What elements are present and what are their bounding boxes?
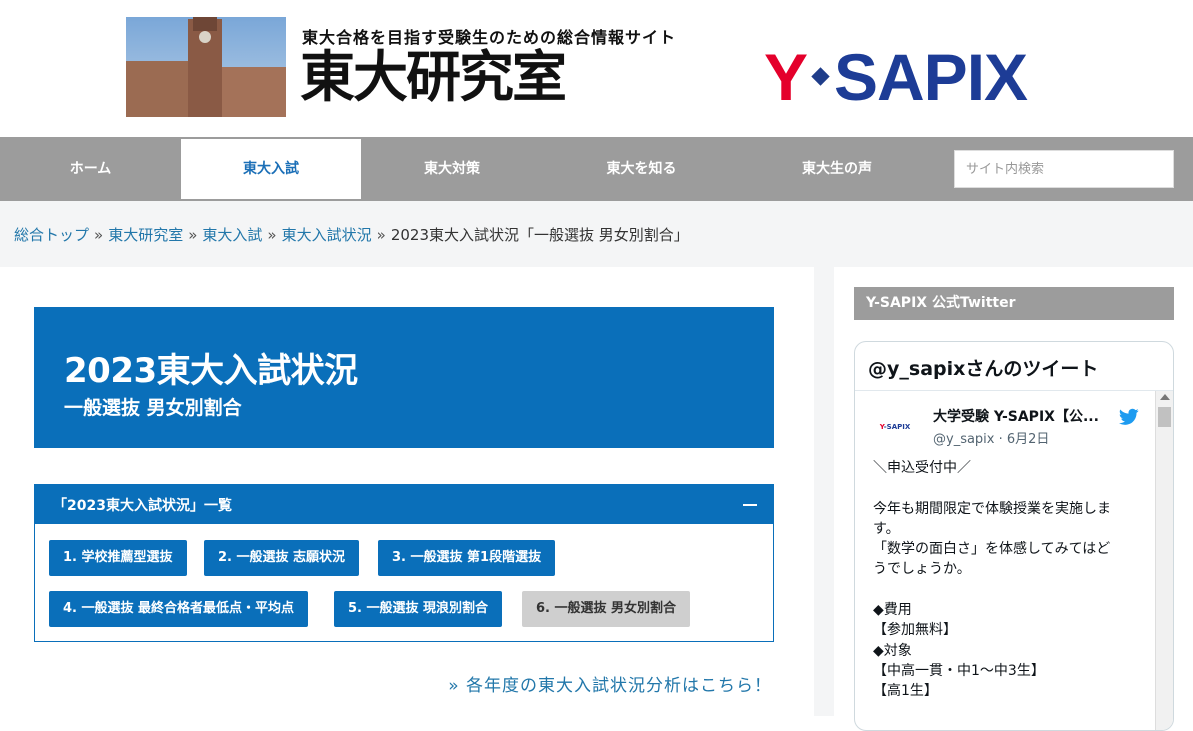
tweet-avatar[interactable]: Y-SAPIX (873, 412, 917, 442)
tweet-handle-date[interactable]: @y_sapix · 6月2日 (933, 428, 1049, 447)
breadcrumb-link-nyushi-jokyo[interactable]: 東大入試状況 (282, 226, 372, 244)
tweet-line: す。 (873, 519, 1153, 539)
sidebar: Y-SAPIX 公式Twitter @y_sapixさんのツイート Y-SAPI… (834, 267, 1193, 716)
past-years-analysis-link[interactable]: » 各年度の東大入試状況分析はこちら！ (448, 671, 772, 696)
series-list: 「2023東大入試状況」一覧 1. 学校推薦型選抜 2. 一般選抜 志願状況 3… (34, 484, 774, 642)
sidebar-heading: Y-SAPIX 公式Twitter (854, 287, 1174, 320)
tweet-line (873, 580, 1153, 600)
logo-sapix: SAPIX (834, 44, 1027, 110)
series-list-header: 「2023東大入試状況」一覧 (35, 485, 773, 524)
site-title[interactable]: 東大研究室 (300, 44, 565, 110)
avatar-sapix: -SAPIX (884, 423, 911, 431)
tweet-line: 【参加無料】 (873, 620, 1153, 640)
logo-diamond-icon (811, 67, 829, 85)
timeline-title[interactable]: @y_sapixさんのツイート (868, 354, 1098, 381)
series-link-4[interactable]: 4. 一般選抜 最終合格者最低点・平均点 (49, 591, 308, 627)
tweet-line: 【中高一貫・中1～中3生】 (873, 661, 1153, 681)
timeline-header: @y_sapixさんのツイート (855, 342, 1173, 391)
breadcrumb: 総合トップ » 東大研究室 » 東大入試 » 東大入試状況 » 2023東大入試状況「一般選抜 … (14, 224, 689, 245)
breadcrumb-link-nyushi[interactable]: 東大入試 (202, 226, 262, 244)
nav-item-todaisei-no-koe[interactable]: 東大生の声 (740, 137, 934, 201)
page-subtitle: 一般選抜 男女別割合 (64, 393, 242, 420)
tweet-line: 【高1生】 (873, 681, 1153, 701)
tweet-line: ◆費用 (873, 600, 1153, 620)
tweet-line: ◆対象 (873, 641, 1153, 661)
scroll-up-arrow-icon[interactable] (1160, 394, 1170, 400)
series-link-6-current[interactable]: 6. 一般選抜 男女別割合 (522, 591, 690, 627)
breadcrumb-separator: » (377, 226, 386, 244)
nav-item-todai-wo-shiru[interactable]: 東大を知る (543, 137, 740, 201)
tweet-line: 今年も期間限定で体験授業を実施しま (873, 499, 1153, 519)
breadcrumb-separator: » (94, 226, 103, 244)
breadcrumb-link-kenkyushitsu[interactable]: 東大研究室 (108, 226, 183, 244)
column-gutter (814, 267, 834, 716)
collapse-minus-icon[interactable] (739, 493, 761, 515)
timeline-scrollbar[interactable] (1155, 391, 1173, 731)
y-sapix-logo[interactable]: Y SAPIX (764, 48, 1064, 106)
global-nav: ホーム 東大入試 東大対策 東大を知る 東大生の声 (0, 137, 1193, 201)
scrollbar-thumb[interactable] (1158, 407, 1171, 427)
tweet-body: ＼申込受付中／ 今年も期間限定で体験授業を実施しま す。 「数学の面白さ」を体感… (873, 458, 1153, 702)
site-header: 東大合格を目指す受験生のための総合情報サイト 東大研究室 Y SAPIX (0, 0, 1193, 137)
twitter-bird-icon[interactable] (1119, 408, 1139, 426)
nav-item-todai-taisaku[interactable]: 東大対策 (361, 137, 543, 201)
series-link-1[interactable]: 1. 学校推薦型選抜 (49, 540, 187, 576)
series-list-title: 「2023東大入試状況」一覧 (53, 495, 232, 515)
tweet-line: うでしょうか。 (873, 559, 1153, 579)
breadcrumb-link-top[interactable]: 総合トップ (14, 226, 89, 244)
main-content: 2023東大入試状況 一般選抜 男女別割合 「2023東大入試状況」一覧 1. … (0, 267, 814, 716)
nav-item-todai-nyushi[interactable]: 東大入試 (181, 139, 361, 199)
site-search-input[interactable] (954, 150, 1174, 188)
breadcrumb-separator: » (267, 226, 276, 244)
breadcrumb-separator: » (188, 226, 197, 244)
page-title: 2023東大入試状況 (64, 343, 358, 392)
logo-y: Y (764, 44, 806, 110)
tweet-author-name[interactable]: 大学受験 Y-SAPIX【公... (933, 406, 1099, 426)
page-hero: 2023東大入試状況 一般選抜 男女別割合 (34, 307, 774, 448)
twitter-timeline-widget[interactable]: @y_sapixさんのツイート Y-SAPIX 大学受験 Y-SAPIX【公..… (854, 341, 1174, 731)
tweet-line: 「数学の面白さ」を体感してみてはど (873, 539, 1153, 559)
series-link-2[interactable]: 2. 一般選抜 志願状況 (204, 540, 359, 576)
series-link-5[interactable]: 5. 一般選抜 現浪別割合 (334, 591, 502, 627)
yasuda-auditorium-photo (126, 17, 286, 117)
series-link-3[interactable]: 3. 一般選抜 第1段階選抜 (378, 540, 555, 576)
tweet-line: ＼申込受付中／ (873, 458, 1153, 478)
breadcrumb-current: 2023東大入試状況「一般選抜 男女別割合」 (391, 226, 689, 244)
nav-item-home[interactable]: ホーム (0, 137, 181, 201)
tweet-line (873, 478, 1153, 498)
breadcrumb-bar: 総合トップ » 東大研究室 » 東大入試 » 東大入試状況 » 2023東大入試状況「一般選抜 … (0, 201, 1193, 267)
